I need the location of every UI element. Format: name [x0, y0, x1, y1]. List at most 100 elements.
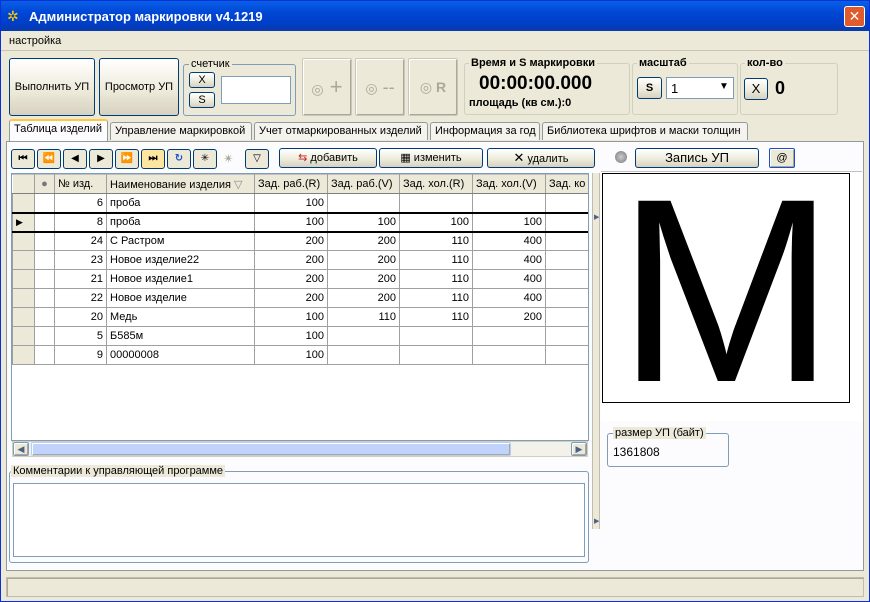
table-cell[interactable]: 400: [472, 288, 546, 308]
table-cell[interactable]: 400: [472, 250, 546, 270]
title-bar[interactable]: ✲ Администратор маркировки v4.1219 ✕: [1, 1, 869, 31]
column-header[interactable]: Зад. раб.(R): [254, 174, 328, 194]
scroll-left-icon[interactable]: ◀: [13, 442, 29, 456]
column-header[interactable]: № изд.: [54, 174, 107, 194]
table-cell[interactable]: 1: [545, 193, 588, 213]
table-cell[interactable]: [327, 345, 400, 365]
table-cell[interactable]: 110: [399, 250, 473, 270]
table-cell[interactable]: 1: [545, 307, 588, 327]
status-column-header[interactable]: ●: [34, 174, 55, 194]
add-button[interactable]: ⇆ добавить: [279, 148, 377, 168]
refresh-icon[interactable]: ↻: [167, 149, 191, 169]
table-cell[interactable]: 1: [545, 211, 588, 233]
table-cell[interactable]: 200: [327, 250, 400, 270]
table-cell[interactable]: Медь: [106, 307, 255, 327]
scroll-thumb[interactable]: [31, 442, 511, 456]
table-cell[interactable]: С Растром: [106, 231, 255, 251]
table-row[interactable]: ▶8проба1001001001001: [12, 211, 588, 233]
row-header[interactable]: [12, 269, 35, 289]
table-cell[interactable]: 1: [545, 231, 588, 251]
table-cell[interactable]: 400: [472, 269, 546, 289]
table-cell[interactable]: [472, 193, 546, 213]
row-header[interactable]: [12, 345, 35, 365]
table-row[interactable]: 22Новое изделие2002001104001: [12, 288, 588, 308]
table-row[interactable]: 900000008100 1: [12, 345, 588, 365]
tab-products[interactable]: Таблица изделий: [9, 119, 108, 141]
record-program-button[interactable]: Запись УП: [635, 148, 759, 168]
table-cell[interactable]: проба: [106, 193, 255, 213]
table-cell[interactable]: 24: [54, 231, 107, 251]
row-header[interactable]: ▶: [12, 211, 35, 233]
table-cell[interactable]: 1: [545, 269, 588, 289]
table-row[interactable]: 5Б585м100 1: [12, 326, 588, 346]
table-cell[interactable]: [399, 326, 473, 346]
reset-r-button[interactable]: ◎ R: [408, 58, 458, 116]
table-row[interactable]: 6проба100 1: [12, 193, 588, 213]
table-cell[interactable]: Новое изделие1: [106, 269, 255, 289]
table-cell[interactable]: [472, 326, 546, 346]
table-row[interactable]: 20Медь1001101102001: [12, 307, 588, 327]
row-header[interactable]: [12, 288, 35, 308]
status-cell[interactable]: [34, 231, 55, 251]
table-cell[interactable]: Б585м: [106, 326, 255, 346]
table-row[interactable]: 23Новое изделие222002001104001: [12, 250, 588, 270]
table-cell[interactable]: [327, 326, 400, 346]
table-cell[interactable]: 110: [399, 269, 473, 289]
table-cell[interactable]: [399, 193, 473, 213]
splitter[interactable]: ▶ ▶: [592, 173, 600, 529]
table-cell[interactable]: 200: [254, 231, 328, 251]
table-cell[interactable]: Новое изделие22: [106, 250, 255, 270]
table-cell[interactable]: 110: [327, 307, 400, 327]
row-header[interactable]: [12, 193, 35, 213]
table-cell[interactable]: 100: [254, 326, 328, 346]
row-header[interactable]: [12, 326, 35, 346]
row-header[interactable]: [12, 231, 35, 251]
table-cell[interactable]: 1: [545, 288, 588, 308]
table-cell[interactable]: 200: [254, 250, 328, 270]
comment-textarea[interactable]: [13, 483, 585, 557]
table-cell[interactable]: 1: [545, 326, 588, 346]
horizontal-scrollbar[interactable]: ◀ ▶: [12, 441, 588, 457]
last-record-icon[interactable]: ⏭: [141, 149, 165, 169]
table-cell[interactable]: [472, 345, 546, 365]
status-cell[interactable]: [34, 250, 55, 270]
table-cell[interactable]: 100: [254, 193, 328, 213]
prev-record-icon[interactable]: ◀: [63, 149, 87, 169]
prev-page-icon[interactable]: ⏪: [37, 149, 61, 169]
table-cell[interactable]: 110: [399, 231, 473, 251]
tab-marked-products[interactable]: Учет отмаркированных изделий: [254, 122, 428, 140]
table-cell[interactable]: 200: [472, 307, 546, 327]
scale-select[interactable]: 1 ▼: [666, 77, 734, 99]
view-program-button[interactable]: Просмотр УП: [99, 58, 179, 116]
column-header[interactable]: Зад. хол.(V): [472, 174, 546, 194]
tab-marking-control[interactable]: Управление маркировкой: [110, 122, 252, 140]
column-header[interactable]: Зад. хол.(R): [399, 174, 473, 194]
close-icon[interactable]: ✕: [844, 6, 865, 27]
splitter-arrow-icon[interactable]: ▶: [594, 213, 599, 221]
next-page-icon[interactable]: ⏩: [115, 149, 139, 169]
table-cell[interactable]: 110: [399, 288, 473, 308]
table-cell[interactable]: 100: [254, 345, 328, 365]
table-cell[interactable]: 110: [399, 307, 473, 327]
qty-reset-button[interactable]: X: [744, 78, 768, 100]
table-cell[interactable]: 9: [54, 345, 107, 365]
row-header[interactable]: [12, 307, 35, 327]
table-cell[interactable]: 200: [327, 288, 400, 308]
table-cell[interactable]: проба: [106, 211, 255, 233]
status-cell[interactable]: [34, 211, 55, 233]
run-program-button[interactable]: Выполнить УП: [9, 58, 95, 116]
table-cell[interactable]: 1: [545, 250, 588, 270]
tab-font-library[interactable]: Библиотека шрифтов и маски толщин: [542, 122, 748, 140]
table-cell[interactable]: 21: [54, 269, 107, 289]
table-cell[interactable]: 22: [54, 288, 107, 308]
first-record-icon[interactable]: ⏮: [11, 149, 35, 169]
column-header[interactable]: Наименование изделия ▽: [106, 174, 255, 194]
table-cell[interactable]: 23: [54, 250, 107, 270]
table-cell[interactable]: [399, 345, 473, 365]
row-header[interactable]: [12, 250, 35, 270]
table-cell[interactable]: 00000008: [106, 345, 255, 365]
scale-s-button[interactable]: S: [637, 77, 662, 99]
table-cell[interactable]: Новое изделие: [106, 288, 255, 308]
table-cell[interactable]: 200: [254, 269, 328, 289]
table-cell[interactable]: 6: [54, 193, 107, 213]
